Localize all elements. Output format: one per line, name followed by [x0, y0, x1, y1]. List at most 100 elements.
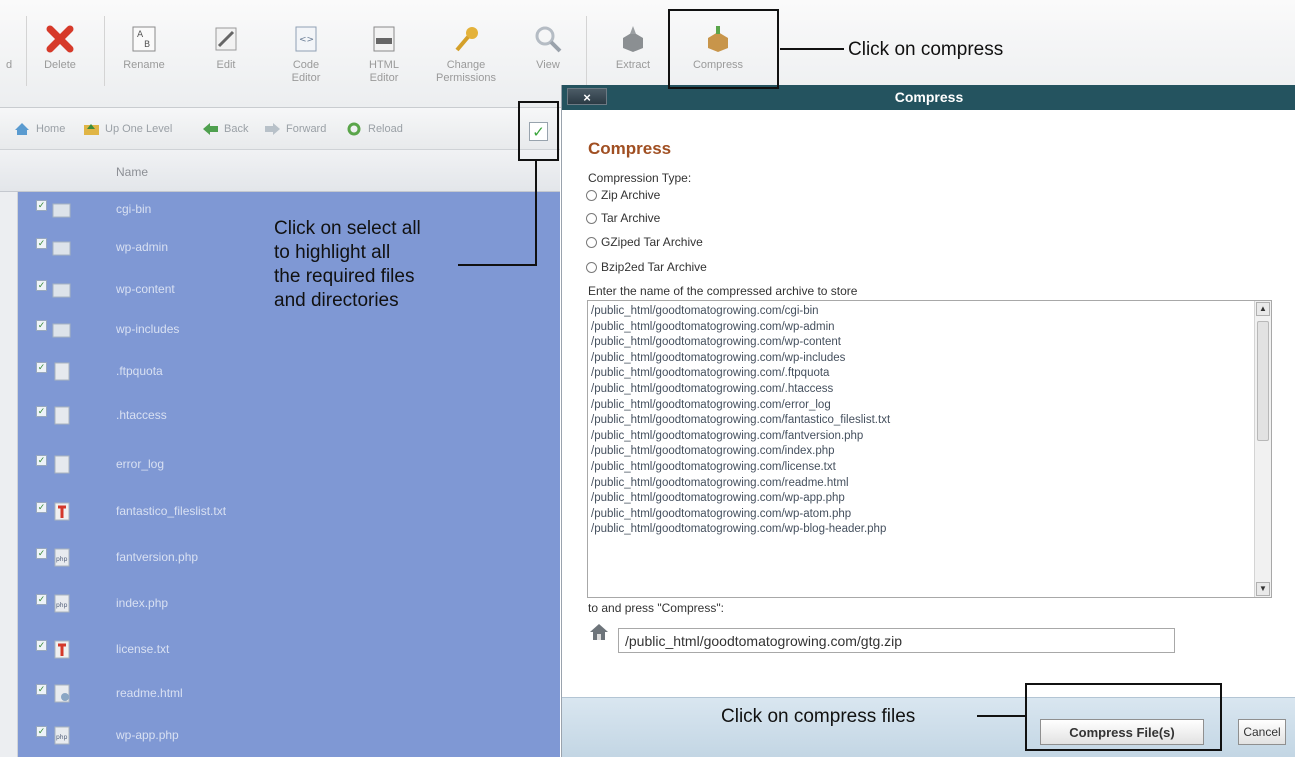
file-row[interactable]: ✓ php index.php	[18, 586, 560, 630]
forward-arrow-icon	[264, 122, 281, 136]
file-row[interactable]: ✓ wp-includes	[18, 312, 560, 356]
svg-text:php: php	[56, 602, 68, 609]
file-name[interactable]: wp-admin	[116, 240, 168, 254]
file-list-header: Name	[0, 150, 560, 192]
radio-bzip2-tar-archive[interactable]: Bzip2ed Tar Archive	[586, 260, 707, 274]
row-checkbox[interactable]: ✓	[36, 320, 47, 331]
file-name[interactable]: .htaccess	[116, 408, 167, 422]
file-name[interactable]: license.txt	[116, 642, 169, 656]
row-checkbox[interactable]: ✓	[36, 200, 47, 211]
row-checkbox[interactable]: ✓	[36, 726, 47, 737]
edit-button[interactable]: Edit	[198, 22, 254, 102]
highlight-compress-toolbar	[668, 9, 779, 89]
code-editor-button[interactable]: <> Code Editor	[278, 22, 334, 102]
radio-gzip-tar-archive[interactable]: GZiped Tar Archive	[586, 235, 703, 249]
code-editor-icon: <>	[289, 22, 323, 56]
reload-link[interactable]: Reload	[346, 122, 403, 136]
row-checkbox[interactable]: ✓	[36, 684, 47, 695]
highlight-select-all	[518, 101, 559, 161]
file-name[interactable]: cgi-bin	[116, 202, 151, 216]
path-line: /public_html/goodtomatogrowing.com/wp-co…	[591, 336, 841, 349]
change-permissions-button[interactable]: Change Permissions	[424, 22, 508, 102]
file-row[interactable]: ✓ error_log	[18, 447, 560, 491]
svg-text:php: php	[56, 556, 68, 563]
folder-icon	[52, 280, 71, 299]
scrollbar-thumb[interactable]	[1257, 321, 1269, 441]
file-name[interactable]: index.php	[116, 596, 168, 610]
radio-tar-archive[interactable]: Tar Archive	[586, 211, 660, 225]
home-icon	[14, 122, 31, 136]
scroll-up-icon[interactable]: ▲	[1256, 302, 1270, 316]
path-line: /public_html/goodtomatogrowing.com/.htac…	[591, 382, 834, 395]
html-editor-button[interactable]: HTML Editor	[354, 22, 414, 102]
file-row[interactable]: ✓ .ftpquota	[18, 354, 560, 398]
annotation-line	[780, 48, 844, 50]
file-name[interactable]: .ftpquota	[116, 364, 163, 378]
row-checkbox[interactable]: ✓	[36, 502, 47, 513]
svg-text:<>: <>	[299, 35, 314, 45]
path-line: /public_html/goodtomatogrowing.com/cgi-b…	[591, 305, 819, 317]
annotation-compress-files: Click on compress files	[721, 706, 916, 727]
selected-paths-textarea[interactable]: /public_html/goodtomatogrowing.com/cgi-b…	[587, 300, 1272, 598]
file-name[interactable]: fantversion.php	[116, 550, 198, 564]
radio-button[interactable]	[586, 189, 597, 201]
magnifier-icon	[531, 22, 565, 56]
navigation-bar: Home Up One Level Back Forward Reload	[0, 108, 560, 150]
back-link[interactable]: Back	[202, 122, 248, 136]
scroll-down-icon[interactable]: ▼	[1256, 582, 1270, 596]
file-row[interactable]: ✓ readme.html	[18, 676, 560, 720]
file-row[interactable]: ✓ fantastico_fileslist.txt	[18, 494, 560, 538]
archive-name-label: Enter the name of the compressed archive…	[588, 284, 858, 298]
delete-button[interactable]: Delete	[30, 22, 90, 102]
annotation-select-all-line-4: and directories	[274, 290, 399, 311]
radio-button[interactable]	[586, 261, 597, 273]
file-name[interactable]: error_log	[116, 457, 164, 471]
up-one-level-link[interactable]: Up One Level	[83, 122, 172, 136]
row-checkbox[interactable]: ✓	[36, 238, 47, 249]
destination-path-input[interactable]	[618, 628, 1175, 653]
key-icon	[449, 22, 483, 56]
path-line: /public_html/goodtomatogrowing.com/wp-in…	[591, 351, 846, 364]
column-header-name[interactable]: Name	[116, 165, 148, 179]
radio-button[interactable]	[586, 212, 597, 224]
file-name[interactable]: fantastico_fileslist.txt	[116, 504, 226, 518]
annotation-line	[535, 161, 537, 265]
path-line: /public_html/goodtomatogrowing.com/.ftpq…	[591, 367, 830, 380]
row-checkbox[interactable]: ✓	[36, 455, 47, 466]
annotation-line	[977, 715, 1025, 717]
highlight-compress-files-button	[1025, 683, 1222, 751]
svg-text:A: A	[137, 30, 144, 40]
folder-icon	[52, 200, 71, 219]
reload-icon	[346, 122, 363, 136]
file-row[interactable]: ✓ .htaccess	[18, 398, 560, 442]
annotation-click-compress: Click on compress	[848, 39, 1004, 60]
row-checkbox[interactable]: ✓	[36, 640, 47, 651]
cancel-button[interactable]: Cancel	[1238, 719, 1286, 745]
radio-button[interactable]	[586, 236, 597, 248]
forward-link[interactable]: Forward	[264, 122, 326, 136]
php-file-icon: php	[52, 594, 71, 613]
path-line: /public_html/goodtomatogrowing.com/readm…	[591, 476, 849, 489]
rename-button[interactable]: AB Rename	[112, 22, 176, 102]
file-row[interactable]: ✓ license.txt	[18, 632, 560, 676]
file-row[interactable]: ✓ php wp-app.php	[18, 718, 560, 757]
path-line: /public_html/goodtomatogrowing.com/wp-bl…	[591, 523, 887, 536]
file-name[interactable]: readme.html	[116, 686, 183, 700]
path-line: /public_html/goodtomatogrowing.com/fanta…	[591, 414, 891, 427]
file-row[interactable]: ✓ php fantversion.php	[18, 540, 560, 584]
row-checkbox[interactable]: ✓	[36, 362, 47, 373]
rename-icon: AB	[127, 22, 161, 56]
row-checkbox[interactable]: ✓	[36, 594, 47, 605]
vertical-scrollbar[interactable]: ▲ ▼	[1254, 301, 1271, 597]
row-checkbox[interactable]: ✓	[36, 548, 47, 559]
file-name[interactable]: wp-content	[116, 282, 175, 296]
file-name[interactable]: wp-includes	[116, 322, 179, 336]
radio-zip-archive[interactable]: Zip Archive	[586, 188, 660, 202]
path-line: /public_html/goodtomatogrowing.com/fantv…	[591, 429, 864, 442]
row-checkbox[interactable]: ✓	[36, 280, 47, 291]
row-checkbox[interactable]: ✓	[36, 406, 47, 417]
home-link[interactable]: Home	[14, 122, 65, 136]
upload-button[interactable]: d	[2, 22, 16, 102]
file-name[interactable]: wp-app.php	[116, 728, 179, 742]
file-icon	[52, 406, 71, 425]
